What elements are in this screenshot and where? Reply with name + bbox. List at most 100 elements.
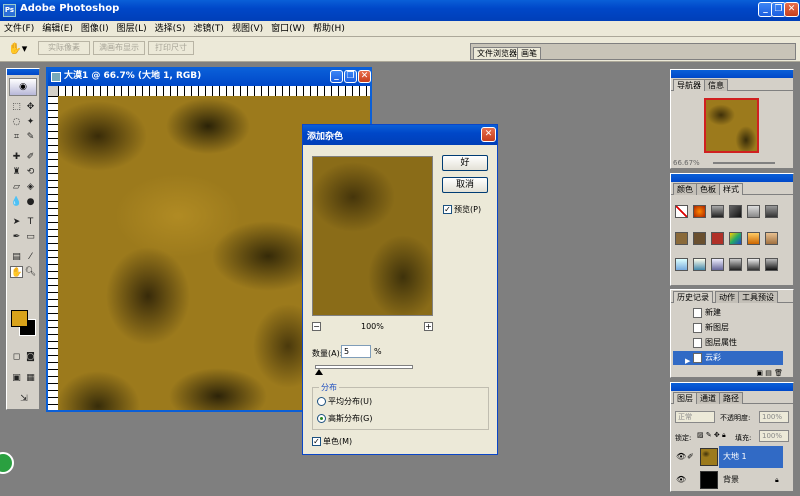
- zoom-in-button[interactable]: +: [424, 322, 433, 331]
- menu-window[interactable]: 窗口(W): [267, 21, 309, 37]
- menu-edit[interactable]: 编辑(E): [38, 21, 77, 37]
- style-swatch[interactable]: [675, 258, 688, 271]
- tab-color[interactable]: 颜色: [673, 183, 697, 195]
- move-tool-icon[interactable]: ✥: [24, 101, 37, 113]
- uniform-radio[interactable]: 平均分布(U): [317, 396, 372, 407]
- tab-actions[interactable]: 动作: [715, 291, 739, 303]
- tab-tool-presets[interactable]: 工具预设: [738, 291, 778, 303]
- path-select-icon[interactable]: ➤: [10, 216, 23, 228]
- actual-pixels-button[interactable]: 实际像素: [38, 41, 90, 55]
- eyedropper-icon[interactable]: ⁄: [24, 251, 37, 263]
- tab-file-browser[interactable]: 文件浏览器: [473, 47, 521, 59]
- hand-tool-icon-box[interactable]: ✋: [10, 266, 23, 278]
- history-item[interactable]: 新图层: [673, 321, 783, 335]
- doc-close-button[interactable]: ✕: [358, 70, 371, 83]
- marquee-tool-icon[interactable]: ⬚: [10, 101, 23, 113]
- menu-view[interactable]: 视图(V): [228, 21, 267, 37]
- amount-slider-thumb[interactable]: [315, 369, 323, 375]
- tab-channels[interactable]: 通道: [696, 392, 720, 404]
- tab-navigator[interactable]: 导航器: [673, 79, 705, 91]
- style-swatch[interactable]: [729, 205, 742, 218]
- eraser-tool-icon[interactable]: ▱: [10, 181, 23, 193]
- quick-mask-on-icon[interactable]: ◙: [24, 351, 37, 363]
- adobe-online-icon[interactable]: ◉: [9, 78, 37, 96]
- tab-info[interactable]: 信息: [704, 79, 728, 91]
- doc-minimize-button[interactable]: _: [330, 70, 343, 83]
- screen-mode-icon[interactable]: ▣: [10, 372, 23, 384]
- style-swatch[interactable]: [729, 232, 742, 245]
- slice-tool-icon[interactable]: ✎: [24, 131, 37, 143]
- menu-layer[interactable]: 图层(L): [113, 21, 151, 37]
- screen-mode-full-icon[interactable]: ▦: [24, 372, 37, 384]
- zoom-tool-icon[interactable]: 🔍︎: [24, 266, 37, 278]
- brush-tool-icon[interactable]: ✐: [24, 151, 37, 163]
- tab-paths[interactable]: 路径: [719, 392, 743, 404]
- history-item-active[interactable]: ▶ 云彩: [673, 351, 783, 365]
- tab-styles[interactable]: 样式: [719, 183, 743, 195]
- preview-checkbox[interactable]: ✓ 预览(P): [443, 204, 481, 215]
- noise-preview[interactable]: [312, 156, 433, 316]
- style-swatch[interactable]: [693, 232, 706, 245]
- hand-tool-icon[interactable]: ✋▾: [8, 42, 27, 55]
- style-swatch[interactable]: [747, 258, 760, 271]
- layer-row-active[interactable]: 👁︎ ✐ 大地 1: [673, 446, 783, 468]
- new-snapshot-icon[interactable]: ▤: [765, 369, 772, 377]
- fill-input[interactable]: 100%: [759, 430, 789, 442]
- history-brush-icon[interactable]: ⟲: [24, 166, 37, 178]
- style-swatch[interactable]: [711, 258, 724, 271]
- doc-maximize-button[interactable]: ❐: [344, 70, 357, 83]
- visibility-eye-icon[interactable]: 👁︎: [676, 469, 686, 491]
- blend-mode-select[interactable]: 正常: [675, 411, 715, 423]
- tab-brushes[interactable]: 画笔: [517, 47, 541, 59]
- style-swatch[interactable]: [711, 205, 724, 218]
- jump-to-imageready-icon[interactable]: ⇲: [15, 393, 33, 405]
- history-item[interactable]: 新建: [673, 306, 783, 320]
- amount-slider-track[interactable]: [315, 365, 413, 369]
- print-size-button[interactable]: 打印尺寸: [148, 41, 194, 55]
- style-swatch[interactable]: [693, 205, 706, 218]
- zoom-out-button[interactable]: −: [312, 322, 321, 331]
- amount-input[interactable]: 5: [341, 345, 371, 358]
- type-tool-icon[interactable]: T: [24, 216, 37, 228]
- crop-tool-icon[interactable]: ⌗: [10, 131, 23, 143]
- delete-icon[interactable]: 🗑︎: [774, 369, 783, 377]
- quick-mask-icon[interactable]: ◻: [10, 351, 23, 363]
- fit-screen-button[interactable]: 满画布显示: [93, 41, 145, 55]
- navigator-zoom[interactable]: 66.67%: [673, 159, 700, 167]
- visibility-eye-icon[interactable]: 👁︎: [676, 446, 686, 468]
- layer-row[interactable]: 👁︎ 背景 🔒︎: [673, 469, 783, 491]
- style-swatch[interactable]: [765, 205, 778, 218]
- style-swatch[interactable]: [711, 232, 724, 245]
- dialog-close-button[interactable]: ✕: [481, 127, 496, 142]
- cancel-button[interactable]: 取消: [442, 177, 488, 193]
- style-swatch[interactable]: [675, 205, 688, 218]
- tab-history[interactable]: 历史记录: [673, 291, 713, 303]
- menu-file[interactable]: 文件(F): [0, 21, 38, 37]
- clone-stamp-icon[interactable]: ♜: [10, 166, 23, 178]
- paint-bucket-icon[interactable]: ◈: [24, 181, 37, 193]
- notes-tool-icon[interactable]: ▤: [10, 251, 23, 263]
- style-swatch[interactable]: [747, 232, 760, 245]
- navigator-zoom-slider[interactable]: [713, 162, 775, 164]
- history-item[interactable]: 图层属性: [673, 336, 783, 350]
- menu-filter[interactable]: 滤镜(T): [189, 21, 228, 37]
- healing-brush-icon[interactable]: ✚: [10, 151, 23, 163]
- lock-icons[interactable]: ▨ ✎ ✥ 🔒︎: [697, 431, 726, 440]
- style-swatch[interactable]: [747, 205, 760, 218]
- navigator-thumbnail[interactable]: [704, 98, 759, 153]
- close-button[interactable]: ✕: [784, 2, 799, 17]
- tab-swatches[interactable]: 色板: [696, 183, 720, 195]
- tab-layers[interactable]: 图层: [673, 392, 697, 404]
- style-swatch[interactable]: [675, 232, 688, 245]
- menu-help[interactable]: 帮助(H): [309, 21, 349, 37]
- magic-wand-tool-icon[interactable]: ✦: [24, 116, 37, 128]
- ok-button[interactable]: 好: [442, 155, 488, 171]
- style-swatch[interactable]: [765, 258, 778, 271]
- blur-tool-icon[interactable]: 💧: [10, 196, 23, 208]
- gaussian-radio[interactable]: 高斯分布(G): [317, 413, 372, 424]
- style-swatch[interactable]: [693, 258, 706, 271]
- dodge-tool-icon[interactable]: ●: [24, 196, 37, 208]
- pen-tool-icon[interactable]: ✒: [10, 231, 23, 243]
- opacity-input[interactable]: 100%: [759, 411, 789, 423]
- lasso-tool-icon[interactable]: ◌: [10, 116, 23, 128]
